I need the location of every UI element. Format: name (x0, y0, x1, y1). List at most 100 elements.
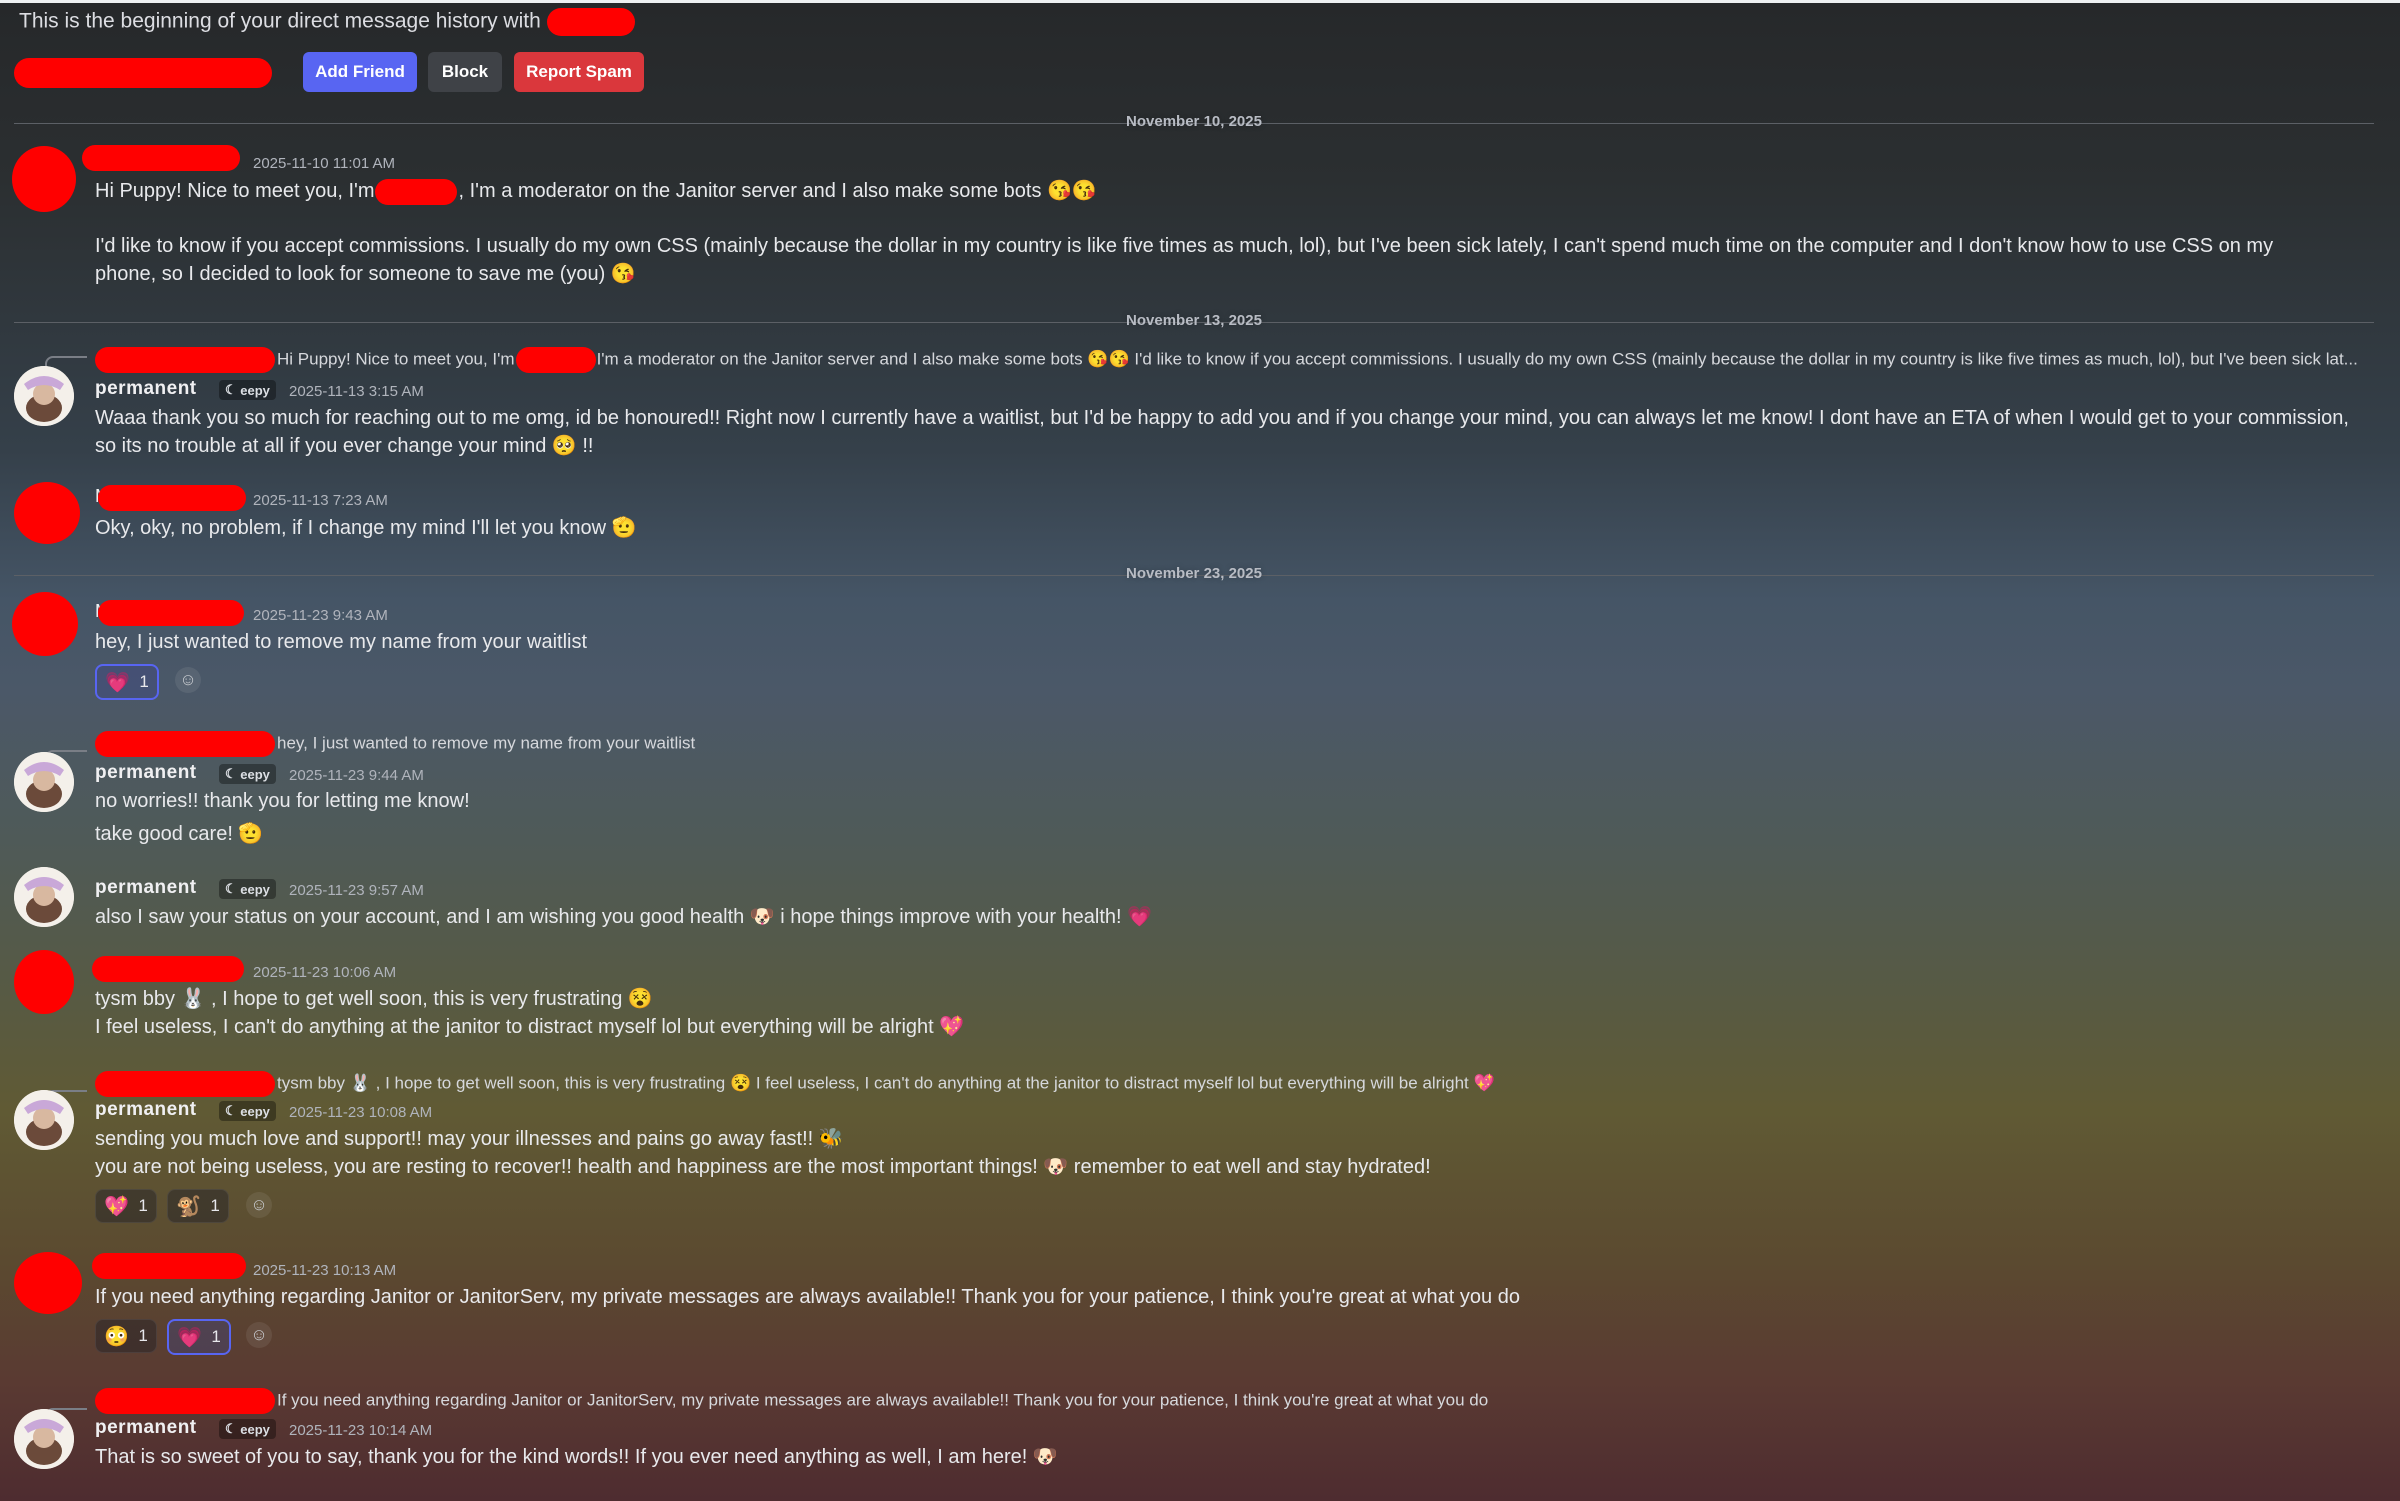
add-reaction-icon[interactable]: ☺ (246, 1322, 272, 1348)
avatar[interactable] (12, 592, 78, 656)
moon-icon: ☾ (225, 766, 241, 781)
intro-label: This is the beginning of your direct mes… (19, 9, 541, 33)
avatar-image (14, 1409, 74, 1469)
redacted-username[interactable] (98, 485, 246, 511)
avatar[interactable] (14, 366, 74, 426)
server-tag[interactable]: ☾ eepy (219, 879, 276, 899)
message-text: Hi Puppy! Nice to meet you, I'm , I'm a m… (95, 177, 1097, 205)
reply-preview[interactable]: If you need anything regarding Janitor o… (95, 1388, 1488, 1414)
add-reaction-icon[interactable]: ☺ (175, 667, 201, 693)
divider-date: November 13, 2025 (1126, 312, 1262, 329)
redacted-username[interactable] (82, 145, 240, 171)
server-tag[interactable]: ☾ eepy (219, 380, 276, 400)
reply-text: If you need anything regarding Janitor o… (277, 1390, 1489, 1410)
redacted-username (515, 347, 596, 373)
reaction-chip[interactable]: 💗 1 (167, 1319, 231, 1355)
reply-text: Hi Puppy! Nice to meet you, I'm (277, 349, 515, 369)
message-text: That is so sweet of you to say, thank yo… (95, 1446, 1058, 1468)
server-tag[interactable]: ☾ eepy (219, 1101, 276, 1121)
message-text: I'd like to know if you accept commissio… (95, 235, 2274, 285)
block-button[interactable]: Block (428, 52, 502, 92)
avatar-image (14, 752, 74, 812)
message-text: hey, I just wanted to remove my name fro… (95, 631, 588, 653)
redacted-username (95, 347, 275, 373)
message-text: Waaa thank you so much for reaching out … (95, 407, 2349, 457)
reaction-chip[interactable]: 💗 1 (95, 664, 159, 700)
avatar[interactable] (14, 1252, 82, 1314)
reaction-emoji: 💗 (177, 1326, 202, 1349)
message-text: If you need anything regarding Janitor o… (95, 1286, 1520, 1308)
avatar[interactable] (14, 482, 80, 544)
dm-intro-text: This is the beginning of your direct mes… (19, 8, 635, 36)
add-friend-button[interactable]: Add Friend (303, 52, 417, 92)
window-top-edge (0, 0, 2400, 3)
reaction-emoji: 💖 (104, 1195, 129, 1218)
date-divider: November 10, 2025 (14, 113, 2374, 133)
reaction-emoji: 💗 (105, 671, 130, 694)
reaction-chip[interactable]: 🐒 1 (167, 1189, 229, 1223)
message-timestamp: 2025-11-23 10:13 AM (253, 1262, 397, 1279)
reply-preview[interactable]: hey, I just wanted to remove my name fro… (95, 731, 695, 757)
tag-label: eepy (240, 1421, 270, 1437)
author-name[interactable]: permanent (95, 1417, 197, 1439)
avatar-image (14, 366, 74, 426)
moon-icon: ☾ (225, 881, 241, 896)
reply-text: tysm bby 🐰 , I hope to get well soon, th… (277, 1073, 1495, 1093)
tag-label: eepy (240, 382, 270, 398)
message-timestamp: 2025-11-10 11:01 AM (253, 155, 396, 172)
reaction-emoji: 😳 (104, 1325, 129, 1348)
reply-preview[interactable]: tysm bby 🐰 , I hope to get well soon, th… (95, 1071, 1495, 1097)
tag-label: eepy (240, 881, 270, 897)
tag-label: eepy (240, 766, 270, 782)
avatar-image (14, 867, 74, 927)
redacted-username[interactable] (98, 600, 244, 626)
reply-text: I'm a moderator on the Janitor server an… (596, 349, 2358, 369)
reaction-count: 1 (210, 1196, 220, 1215)
reply-text: hey, I just wanted to remove my name fro… (277, 733, 696, 753)
divider-date: November 10, 2025 (1126, 113, 1262, 130)
avatar[interactable] (14, 1090, 74, 1150)
date-divider: November 13, 2025 (14, 312, 2374, 332)
avatar[interactable] (12, 146, 76, 212)
divider-date: November 23, 2025 (1126, 565, 1262, 582)
avatar[interactable] (14, 950, 74, 1014)
reply-preview[interactable]: Hi Puppy! Nice to meet you, I'm I'm a mod… (95, 347, 2358, 373)
redacted-username[interactable] (92, 956, 244, 982)
avatar[interactable] (14, 1409, 74, 1469)
avatar[interactable] (14, 752, 74, 812)
redacted-username[interactable] (92, 1253, 246, 1279)
redacted-username (546, 8, 635, 36)
message-timestamp: 2025-11-23 9:44 AM (289, 767, 424, 784)
message-timestamp: 2025-11-23 9:43 AM (253, 607, 388, 624)
moon-icon: ☾ (225, 1103, 241, 1118)
add-reaction-icon[interactable]: ☺ (246, 1192, 272, 1218)
author-name[interactable]: permanent (95, 877, 197, 899)
report-spam-button[interactable]: Report Spam (514, 52, 644, 92)
reaction-chip[interactable]: 😳 1 (95, 1319, 157, 1353)
moon-icon: ☾ (225, 382, 241, 397)
author-name[interactable]: permanent (95, 1099, 197, 1121)
moon-icon: ☾ (225, 1421, 241, 1436)
author-name[interactable]: permanent (95, 762, 197, 784)
avatar[interactable] (14, 867, 74, 927)
message-text: no worries!! thank you for letting me kn… (95, 790, 470, 812)
message-text: sending you much love and support!! may … (95, 1128, 844, 1150)
message-text: take good care! 🫡 (95, 823, 264, 845)
author-name[interactable]: permanent (95, 378, 197, 400)
date-divider: November 23, 2025 (14, 565, 2374, 585)
avatar-image (14, 1090, 74, 1150)
message-text: you are not being useless, you are resti… (95, 1156, 1431, 1178)
reaction-chip[interactable]: 💖 1 (95, 1189, 157, 1223)
reaction-count: 1 (138, 1196, 148, 1215)
server-tag[interactable]: ☾ eepy (219, 1419, 276, 1439)
message-timestamp: 2025-11-13 7:23 AM (253, 492, 388, 509)
reaction-count: 1 (139, 672, 149, 691)
message-timestamp: 2025-11-13 3:15 AM (289, 383, 424, 400)
redacted-username (95, 1071, 275, 1097)
redacted-username (95, 1388, 275, 1414)
redacted-username (95, 731, 275, 757)
reaction-count: 1 (211, 1327, 221, 1346)
server-tag[interactable]: ☾ eepy (219, 764, 276, 784)
message-text: also I saw your status on your account, … (95, 906, 1153, 928)
redacted-display-name (14, 58, 272, 88)
